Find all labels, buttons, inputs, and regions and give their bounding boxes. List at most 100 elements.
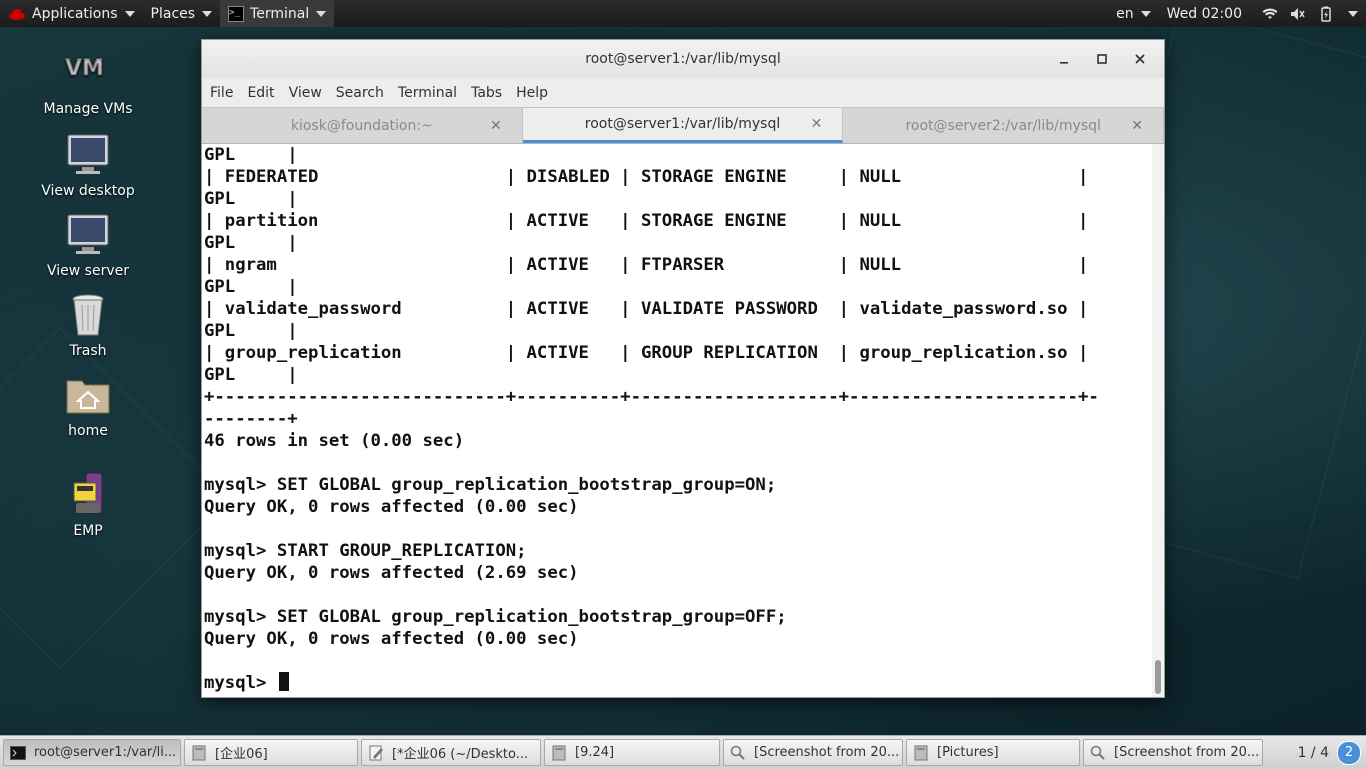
image-viewer-icon xyxy=(730,745,745,760)
desktop-icon-view-server[interactable]: View server xyxy=(33,211,143,279)
terminal-app-label: Terminal xyxy=(250,5,310,22)
minimize-button[interactable] xyxy=(1052,47,1076,71)
notification-badge[interactable]: 2 xyxy=(1337,740,1361,765)
terminal-line: GPL | xyxy=(204,189,298,209)
maximize-button[interactable] xyxy=(1090,47,1114,71)
clock-label: Wed 02:00 xyxy=(1166,5,1242,22)
taskbar-item-folder-qiye06[interactable]: [企业06] xyxy=(184,739,358,766)
terminal-window[interactable]: root@server1:/var/lib/mysql File Edit Vi… xyxy=(201,39,1165,698)
desktop-icon-label: Manage VMs xyxy=(43,101,133,117)
desktop-icon-label: EMP xyxy=(73,523,103,539)
trash-icon xyxy=(64,291,112,339)
file-manager-icon xyxy=(552,745,566,760)
taskbar-item-screenshot-1[interactable]: [Screenshot from 20... xyxy=(723,739,903,766)
terminal-line: | FEDERATED | DISABLED | STORAGE ENGINE … xyxy=(204,167,1089,187)
chevron-down-icon xyxy=(1140,10,1151,17)
desktop-icon-manage-vms[interactable]: VM Manage VMs xyxy=(33,49,143,117)
taskbar-item-label: [Screenshot from 20... xyxy=(1114,745,1260,760)
applications-menu[interactable]: Applications xyxy=(0,0,143,27)
menu-help[interactable]: Help xyxy=(510,85,554,101)
workspace-switcher[interactable]: 1 / 4 xyxy=(1290,745,1337,761)
maximize-icon xyxy=(1097,54,1107,64)
file-manager-icon xyxy=(914,745,928,760)
taskbar-item-label: [Pictures] xyxy=(937,745,999,760)
monitor-icon xyxy=(64,131,112,179)
menu-file[interactable]: File xyxy=(204,85,239,101)
menu-terminal[interactable]: Terminal xyxy=(392,85,463,101)
desktop-icon-view-desktop[interactable]: View desktop xyxy=(33,131,143,199)
taskbar-item-screenshot-2[interactable]: [Screenshot from 20... xyxy=(1083,739,1263,766)
language-selector[interactable]: en xyxy=(1108,0,1159,27)
terminal-line: mysql> SET GLOBAL group_replication_boot… xyxy=(204,475,777,495)
menu-view[interactable]: View xyxy=(283,85,328,101)
terminal-output[interactable]: GPL | | FEDERATED | DISABLED | STORAGE E… xyxy=(202,144,1164,697)
terminal-line: mysql> START GROUP_REPLICATION; xyxy=(204,541,527,561)
desktop-icon-label: View server xyxy=(47,263,129,279)
taskbar-item-label: [企业06] xyxy=(215,747,268,762)
desktop-icon-emp[interactable]: EMP xyxy=(33,471,143,539)
terminal-lines: GPL | | FEDERATED | DISABLED | STORAGE E… xyxy=(204,144,1099,694)
terminal-line: | partition | ACTIVE | STORAGE ENGINE | … xyxy=(204,211,1089,231)
terminal-icon xyxy=(10,745,26,760)
wifi-icon[interactable] xyxy=(1262,6,1278,22)
places-label: Places xyxy=(150,5,196,22)
taskbar-item-label: root@server1:/var/li... xyxy=(34,745,177,760)
chevron-down-icon xyxy=(124,10,135,17)
tab-label: root@server2:/var/lib/mysql xyxy=(905,117,1101,134)
close-button[interactable] xyxy=(1128,47,1152,71)
close-icon xyxy=(1135,54,1145,64)
terminal-line: Query OK, 0 rows affected (2.69 sec) xyxy=(204,563,579,583)
terminal-line: GPL | xyxy=(204,321,298,341)
battery-icon[interactable] xyxy=(1318,6,1334,22)
tab-bar: kiosk@foundation:~ ✕ root@server1:/var/l… xyxy=(202,107,1165,144)
home-folder-icon xyxy=(64,371,112,419)
tab-kiosk-foundation[interactable]: kiosk@foundation:~ ✕ xyxy=(202,108,523,143)
terminal-line: | ngram | ACTIVE | FTPARSER | NULL | xyxy=(204,255,1089,275)
taskbar-item-terminal[interactable]: root@server1:/var/li... xyxy=(3,739,181,766)
tab-root-server2[interactable]: root@server2:/var/lib/mysql ✕ xyxy=(843,108,1165,143)
svg-text:VM: VM xyxy=(65,56,104,81)
places-menu[interactable]: Places xyxy=(143,0,221,27)
file-manager-icon xyxy=(192,745,206,760)
terminal-line: GPL | xyxy=(204,145,298,165)
menu-bar: File Edit View Search Terminal Tabs Help xyxy=(202,78,1164,107)
monitor-icon xyxy=(64,211,112,259)
close-icon[interactable]: ✕ xyxy=(811,116,823,132)
clock[interactable]: Wed 02:00 xyxy=(1159,0,1256,27)
taskbar-item-label: [Screenshot from 20... xyxy=(754,745,900,760)
close-icon[interactable]: ✕ xyxy=(1131,118,1143,134)
scrollbar-thumb[interactable] xyxy=(1155,660,1161,694)
terminal-line: GPL | xyxy=(204,277,298,297)
desktop-icon-home[interactable]: home xyxy=(33,371,143,439)
app-menu-terminal[interactable]: >_ Terminal xyxy=(220,0,335,27)
taskbar-item-label: [*企业06 (~/Deskto... xyxy=(392,747,529,762)
vm-icon: VM xyxy=(64,49,112,97)
tab-label: root@server1:/var/lib/mysql xyxy=(584,116,781,132)
terminal-prompt: mysql> xyxy=(204,673,277,693)
menu-edit[interactable]: Edit xyxy=(241,85,280,101)
tab-root-server1[interactable]: root@server1:/var/lib/mysql ✕ xyxy=(522,108,844,143)
taskbar-item-pictures[interactable]: [Pictures] xyxy=(906,739,1080,766)
close-icon[interactable]: ✕ xyxy=(490,118,502,134)
taskbar-item-label: [9.24] xyxy=(575,745,615,760)
terminal-line: Query OK, 0 rows affected (0.00 sec) xyxy=(204,497,579,517)
terminal-line: | validate_password | ACTIVE | VALIDATE … xyxy=(204,299,1089,319)
terminal-prompt-line[interactable]: mysql> xyxy=(204,672,1099,694)
desktop-icon-trash[interactable]: Trash xyxy=(33,291,143,359)
image-viewer-icon xyxy=(1090,745,1105,760)
terminal-line: --------+ xyxy=(204,409,298,429)
system-menu[interactable] xyxy=(1340,0,1366,27)
menu-tabs[interactable]: Tabs xyxy=(465,85,508,101)
taskbar-item-text-editor[interactable]: [*企业06 (~/Deskto... xyxy=(361,739,541,766)
menu-search[interactable]: Search xyxy=(330,85,390,101)
desktop-icon-label: View desktop xyxy=(41,183,135,199)
window-titlebar[interactable]: root@server1:/var/lib/mysql xyxy=(202,40,1164,78)
terminal-scrollbar[interactable] xyxy=(1152,144,1164,697)
volume-icon[interactable] xyxy=(1290,6,1306,22)
top-panel: Applications Places >_ Terminal en Wed 0… xyxy=(0,0,1366,27)
taskbar-item-folder-9-24[interactable]: [9.24] xyxy=(544,739,720,766)
applications-label: Applications xyxy=(32,5,118,22)
